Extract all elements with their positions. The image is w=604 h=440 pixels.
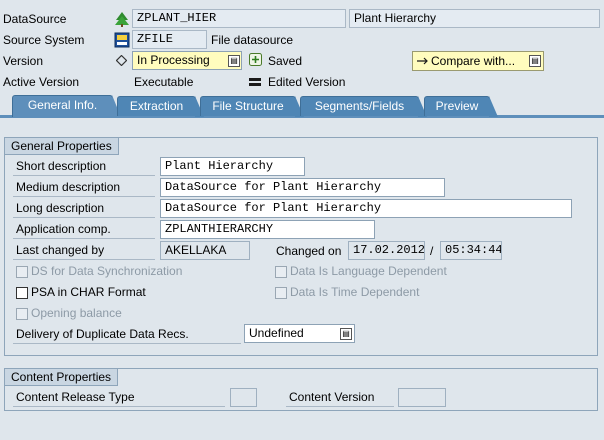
datasource-field[interactable]: ZPLANT_HIER bbox=[132, 9, 346, 28]
equals-icon bbox=[249, 78, 261, 86]
tab-extraction[interactable]: Extraction bbox=[117, 96, 204, 117]
duplicate-records-label: Delivery of Duplicate Data Recs. bbox=[13, 325, 241, 344]
tab-segments-fields[interactable]: Segments/Fields bbox=[300, 96, 427, 117]
datasource-label: DataSource bbox=[3, 12, 67, 26]
language-dependent-label: Data Is Language Dependent bbox=[290, 264, 447, 278]
changed-on-time: 05:34:44 bbox=[440, 241, 502, 260]
diamond-icon bbox=[116, 55, 127, 66]
compare-button-label: Compare with... bbox=[431, 54, 516, 68]
language-dependent-checkbox[interactable] bbox=[275, 266, 287, 278]
file-system-icon bbox=[114, 32, 130, 48]
compare-icon bbox=[417, 57, 428, 65]
content-properties-title: Content Properties bbox=[5, 369, 119, 386]
version-value: In Processing bbox=[137, 53, 210, 67]
compare-with-button[interactable]: Compare with... bbox=[412, 51, 544, 71]
source-system-description: File datasource bbox=[211, 33, 294, 47]
date-time-separator: / bbox=[430, 244, 434, 258]
changed-on-label: Changed on bbox=[276, 244, 342, 258]
hierarchy-tree-icon bbox=[115, 12, 129, 27]
medium-description-label: Medium description bbox=[13, 178, 155, 197]
duplicate-records-value: Undefined bbox=[249, 326, 304, 340]
opening-balance-label: Opening balance bbox=[31, 306, 122, 320]
content-version-label: Content Version bbox=[286, 388, 394, 407]
version-select[interactable]: In Processing bbox=[132, 51, 242, 70]
content-release-type-label: Content Release Type bbox=[13, 388, 225, 407]
datasource-description: Plant Hierarchy bbox=[349, 9, 600, 28]
opening-balance-checkbox[interactable] bbox=[16, 308, 28, 320]
last-changed-by-value: AKELLAKA bbox=[160, 241, 250, 260]
psa-char-label: PSA in CHAR Format bbox=[31, 285, 146, 299]
psa-char-checkbox[interactable] bbox=[16, 287, 28, 299]
version-status: Saved bbox=[268, 54, 303, 68]
tab-preview[interactable]: Preview bbox=[424, 96, 498, 117]
ds-sync-checkbox[interactable] bbox=[16, 266, 28, 278]
long-description-label: Long description bbox=[13, 199, 155, 218]
medium-description-input[interactable]: DataSource for Plant Hierarchy bbox=[160, 178, 445, 197]
changed-on-date: 17.02.2012 bbox=[348, 241, 425, 260]
application-component-input[interactable]: ZPLANTHIERARCHY bbox=[160, 220, 375, 239]
content-version-value bbox=[398, 388, 446, 407]
long-description-input[interactable]: DataSource for Plant Hierarchy bbox=[160, 199, 572, 218]
active-version-value: Executable bbox=[134, 75, 194, 89]
time-dependent-checkbox[interactable] bbox=[275, 287, 287, 299]
tab-general-info[interactable]: General Info. bbox=[12, 95, 121, 117]
short-description-label: Short description bbox=[13, 157, 155, 176]
version-label: Version bbox=[3, 54, 44, 68]
ds-sync-label: DS for Data Synchronization bbox=[31, 264, 183, 278]
short-description-input[interactable]: Plant Hierarchy bbox=[160, 157, 305, 176]
general-properties-title: General Properties bbox=[5, 138, 119, 155]
tab-file-structure[interactable]: File Structure bbox=[200, 96, 304, 117]
duplicate-records-select[interactable]: Undefined bbox=[244, 324, 355, 343]
active-version-label: Active Version bbox=[3, 75, 80, 89]
source-system-field[interactable]: ZFILE bbox=[132, 30, 207, 49]
source-system-label: Source System bbox=[3, 33, 85, 47]
duplicate-records-dropdown-icon[interactable]: ▤ bbox=[340, 328, 352, 340]
compare-dropdown-icon[interactable]: ▤ bbox=[529, 55, 541, 67]
saved-status-icon bbox=[249, 53, 262, 66]
time-dependent-label: Data Is Time Dependent bbox=[290, 285, 420, 299]
last-changed-by-label: Last changed by bbox=[13, 241, 155, 260]
dropdown-icon[interactable]: ▤ bbox=[228, 55, 240, 67]
content-release-type-value bbox=[230, 388, 257, 407]
application-component-label: Application comp. bbox=[13, 220, 155, 239]
edited-version-label: Edited Version bbox=[268, 75, 346, 89]
